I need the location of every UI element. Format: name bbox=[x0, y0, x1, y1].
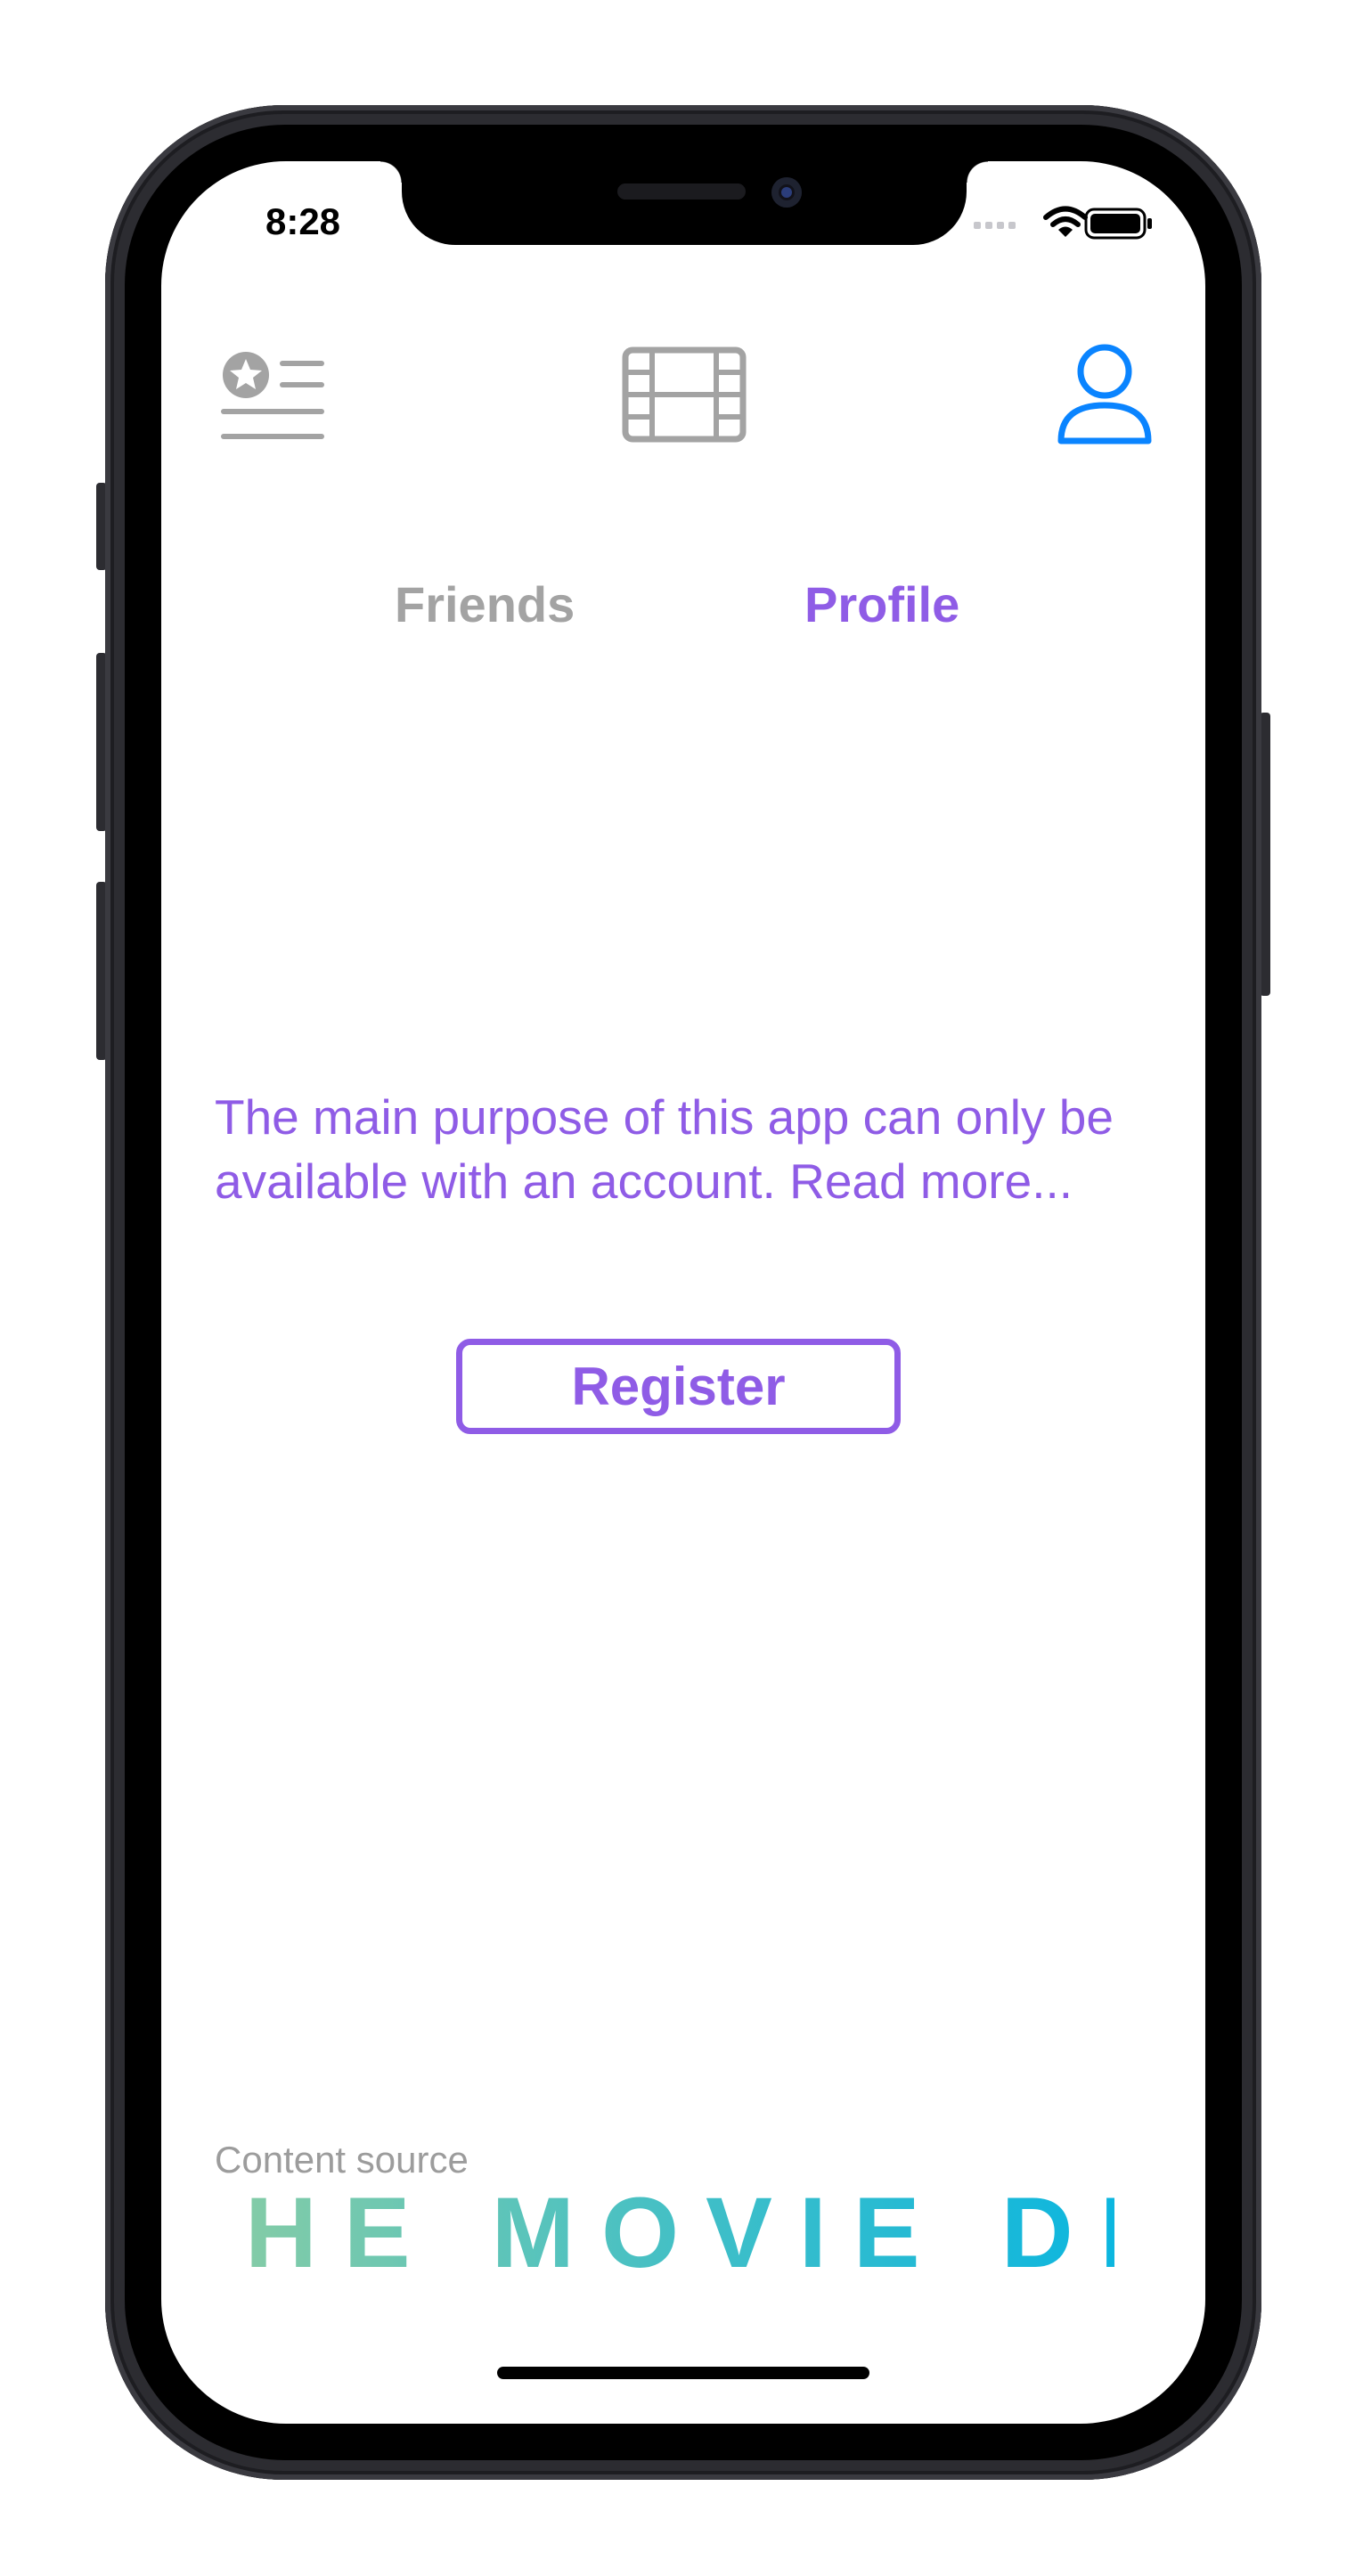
tmdb-logo[interactable]: THE MOVIE DB bbox=[241, 2183, 1114, 2281]
battery-icon bbox=[1084, 208, 1152, 240]
register-button[interactable]: Register bbox=[456, 1339, 901, 1434]
segment-profile[interactable]: Profile bbox=[804, 575, 959, 633]
home-indicator[interactable] bbox=[497, 2367, 869, 2379]
profile-icon[interactable] bbox=[1056, 343, 1154, 446]
phone-screen: 8:28 Friends Profile The main purpose of… bbox=[161, 161, 1205, 2424]
segment-friends[interactable]: Friends bbox=[395, 575, 575, 633]
watchlist-icon[interactable] bbox=[221, 346, 328, 444]
status-time: 8:28 bbox=[265, 200, 341, 242]
signal-icon bbox=[974, 222, 1016, 229]
film-icon[interactable] bbox=[622, 346, 747, 444]
notch bbox=[380, 161, 988, 245]
tmdb-logo-text: THE MOVIE DB bbox=[241, 2183, 1114, 2281]
wifi-icon bbox=[1043, 206, 1088, 237]
account-required-message[interactable]: The main purpose of this app can only be… bbox=[215, 1085, 1168, 1213]
front-camera bbox=[771, 177, 802, 208]
content-source-label: Content source bbox=[215, 2139, 469, 2181]
earpiece-speaker bbox=[617, 183, 746, 200]
